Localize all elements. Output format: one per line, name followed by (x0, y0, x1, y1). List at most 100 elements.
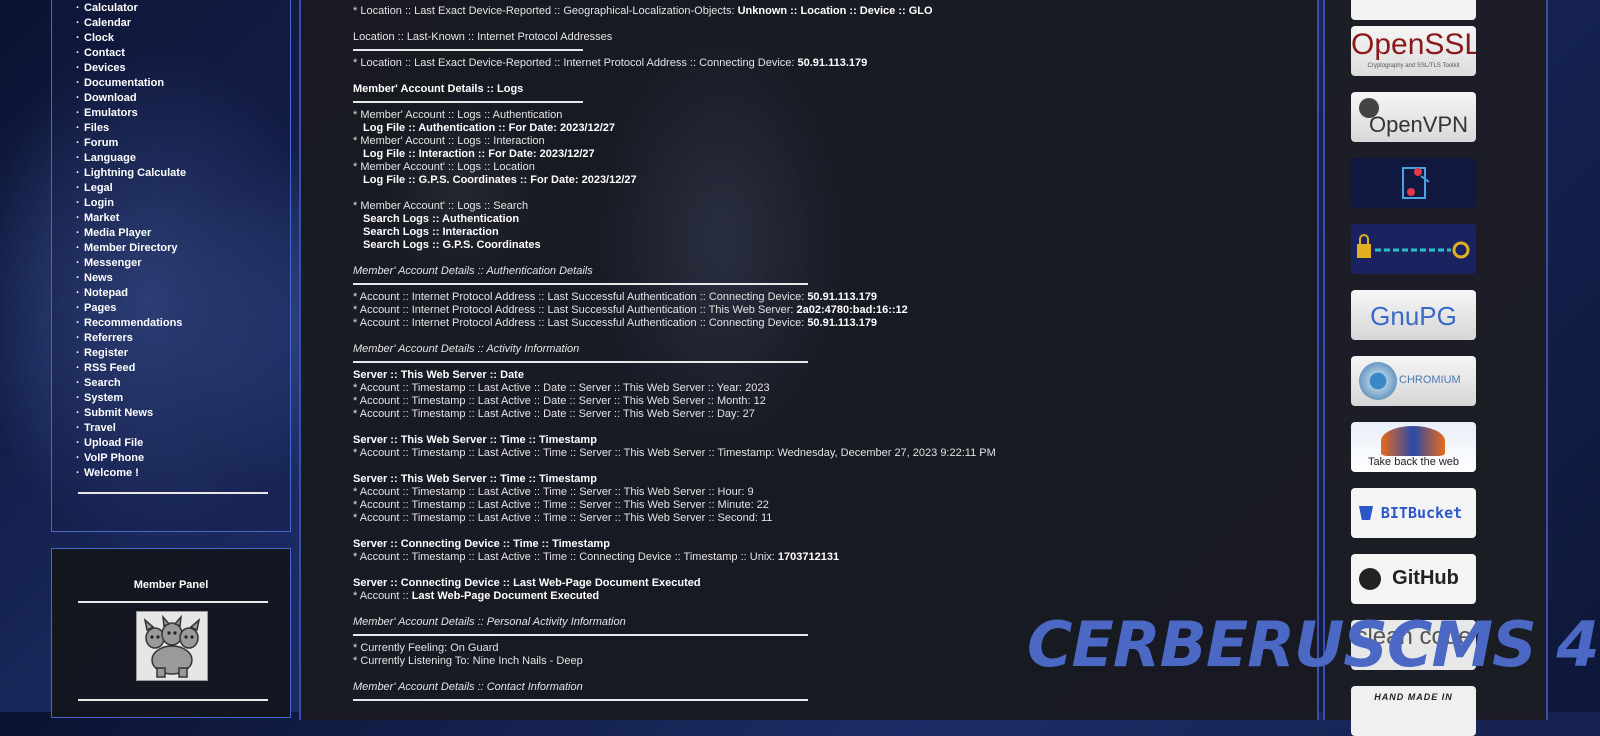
sidebar-item-label[interactable]: Devices (84, 62, 126, 74)
bullet-icon: · (76, 137, 80, 149)
hand-made-badge[interactable]: HAND MADE IN (1351, 686, 1476, 736)
bullet-icon: · (76, 377, 80, 389)
ip-heading: Location :: Last-Known :: Internet Proto… (353, 31, 613, 43)
sidebar-item-label[interactable]: Legal (84, 182, 113, 194)
sidebar-item-language[interactable]: · Language (76, 151, 186, 166)
sidebar-item-messenger[interactable]: · Messenger (76, 256, 186, 271)
search-auth-link[interactable]: Search Logs :: Authentication (353, 213, 1293, 226)
sidebar-item-submit-news[interactable]: · Submit News (76, 406, 186, 421)
sidebar-item-label[interactable]: Upload File (84, 437, 143, 449)
sidebar-item-label[interactable]: Recommendations (84, 317, 182, 329)
sidebar-item-voip-phone[interactable]: · VoIP Phone (76, 451, 186, 466)
sidebar-item-clock[interactable]: · Clock (76, 31, 186, 46)
sidebar-item-lightning-calculate[interactable]: · Lightning Calculate (76, 166, 186, 181)
divider (353, 699, 808, 701)
sidebar-item-forum[interactable]: · Forum (76, 136, 186, 151)
time-minute: * Account :: Timestamp :: Last Active ::… (353, 499, 769, 511)
openvpn-badge[interactable]: OpenVPN (1351, 92, 1476, 142)
sidebar-item-login[interactable]: · Login (76, 196, 186, 211)
sidebar-item-contact[interactable]: · Contact (76, 46, 186, 61)
gnupg-badge[interactable]: GnuPG (1351, 290, 1476, 340)
log-gps-link[interactable]: Log File :: G.P.S. Coordinates :: For Da… (353, 174, 1293, 187)
sidebar-item-pages[interactable]: · Pages (76, 301, 186, 316)
log-auth-link[interactable]: Log File :: Authentication :: For Date: … (353, 122, 1293, 135)
github-badge[interactable]: GitHub (1351, 554, 1476, 604)
sidebar-item-label[interactable]: Clock (84, 32, 114, 44)
sidebar-item-label[interactable]: Documentation (84, 77, 164, 89)
sidebar-item-travel[interactable]: · Travel (76, 421, 186, 436)
bullet-icon: · (76, 287, 80, 299)
sidebar-item-recommendations[interactable]: · Recommendations (76, 316, 186, 331)
geo-location-line: * Location :: Last Exact Device-Reported… (353, 5, 933, 17)
sidebar-item-label[interactable]: Contact (84, 47, 125, 59)
sidebar-item-label[interactable]: Search (84, 377, 121, 389)
search-gps-link[interactable]: Search Logs :: G.P.S. Coordinates (353, 239, 1293, 252)
avatar[interactable] (136, 611, 208, 681)
sidebar-item-label[interactable]: Language (84, 152, 136, 164)
sidebar-item-label[interactable]: Media Player (84, 227, 151, 239)
sidebar-item-emulators[interactable]: · Emulators (76, 106, 186, 121)
sidebar-item-label[interactable]: System (84, 392, 123, 404)
sidebar-item-label[interactable]: Member Directory (84, 242, 178, 254)
sidebar-item-label[interactable]: Forum (84, 137, 118, 149)
bullet-icon: · (76, 92, 80, 104)
security-key-badge[interactable] (1351, 224, 1476, 274)
ip-value: 50.91.113.179 (797, 57, 868, 69)
sidebar-item-referrers[interactable]: · Referrers (76, 331, 186, 346)
chromium-badge[interactable]: CHROMIUM (1351, 356, 1476, 406)
sidebar-item-label[interactable]: Emulators (84, 107, 138, 119)
sidebar-item-label[interactable]: Files (84, 122, 109, 134)
sidebar-item-search[interactable]: · Search (76, 376, 186, 391)
sidebar-item-register[interactable]: · Register (76, 346, 186, 361)
sidebar-item-label[interactable]: Lightning Calculate (84, 167, 186, 179)
top-badge[interactable] (1351, 0, 1476, 20)
openssl-badge[interactable]: OpenSSL Cryptography and SSL/TLS Toolkit (1351, 26, 1476, 76)
sidebar-item-label[interactable]: Register (84, 347, 128, 359)
cerberus-watermark: CERBERUSCMS 4 (1027, 608, 1600, 681)
sidebar-item-label[interactable]: Market (84, 212, 119, 224)
encryption-key-icon (1402, 167, 1430, 199)
last-document-heading: Server :: Connecting Device :: Last Web-… (353, 577, 701, 589)
sidebar-item-label[interactable]: Submit News (84, 407, 153, 419)
sidebar-item-label[interactable]: VoIP Phone (84, 452, 144, 464)
sidebar-item-label[interactable]: News (84, 272, 113, 284)
sidebar-item-label[interactable]: Travel (84, 422, 116, 434)
sidebar-item-system[interactable]: · System (76, 391, 186, 406)
bullet-icon: · (76, 107, 80, 119)
sidebar-item-news[interactable]: · News (76, 271, 186, 286)
sidebar-item-devices[interactable]: · Devices (76, 61, 186, 76)
sidebar-item-label[interactable]: Messenger (84, 257, 141, 269)
sidebar-item-calculator[interactable]: · Calculator (76, 1, 186, 16)
openvpn-logo-text: OpenVPN (1368, 112, 1469, 137)
sidebar-item-label[interactable]: RSS Feed (84, 362, 135, 374)
sidebar-item-label[interactable]: Calendar (84, 17, 131, 29)
sidebar-item-market[interactable]: · Market (76, 211, 186, 226)
log-interaction-link[interactable]: Log File :: Interaction :: For Date: 202… (353, 148, 1293, 161)
hand-made-text: HAND MADE IN (1374, 692, 1453, 702)
search-interaction-link[interactable]: Search Logs :: Interaction (353, 226, 1293, 239)
sidebar-item-media-player[interactable]: · Media Player (76, 226, 186, 241)
sidebar-item-notepad[interactable]: · Notepad (76, 286, 186, 301)
encryption-badge[interactable] (1351, 158, 1476, 208)
sidebar-item-label[interactable]: Calculator (84, 2, 138, 14)
sidebar-item-documentation[interactable]: · Documentation (76, 76, 186, 91)
bullet-icon: · (76, 392, 80, 404)
sidebar-item-label[interactable]: Welcome ! (84, 467, 139, 479)
sidebar-item-welcome[interactable]: · Welcome ! (76, 466, 186, 481)
auth-heading: Member' Account Details :: Authenticatio… (353, 265, 593, 277)
divider (353, 101, 583, 103)
bitbucket-badge[interactable]: BITBucket (1351, 488, 1476, 538)
sidebar-item-label[interactable]: Login (84, 197, 114, 209)
sidebar-item-upload-file[interactable]: · Upload File (76, 436, 186, 451)
sidebar-item-rss-feed[interactable]: · RSS Feed (76, 361, 186, 376)
sidebar-item-calendar[interactable]: · Calendar (76, 16, 186, 31)
sidebar-item-label[interactable]: Download (84, 92, 137, 104)
firefox-badge[interactable]: Take back the web (1351, 422, 1476, 472)
sidebar-item-member-directory[interactable]: · Member Directory (76, 241, 186, 256)
sidebar-item-label[interactable]: Pages (84, 302, 116, 314)
sidebar-item-files[interactable]: · Files (76, 121, 186, 136)
sidebar-item-label[interactable]: Notepad (84, 287, 128, 299)
sidebar-item-download[interactable]: · Download (76, 91, 186, 106)
sidebar-item-label[interactable]: Referrers (84, 332, 133, 344)
sidebar-item-legal[interactable]: · Legal (76, 181, 186, 196)
